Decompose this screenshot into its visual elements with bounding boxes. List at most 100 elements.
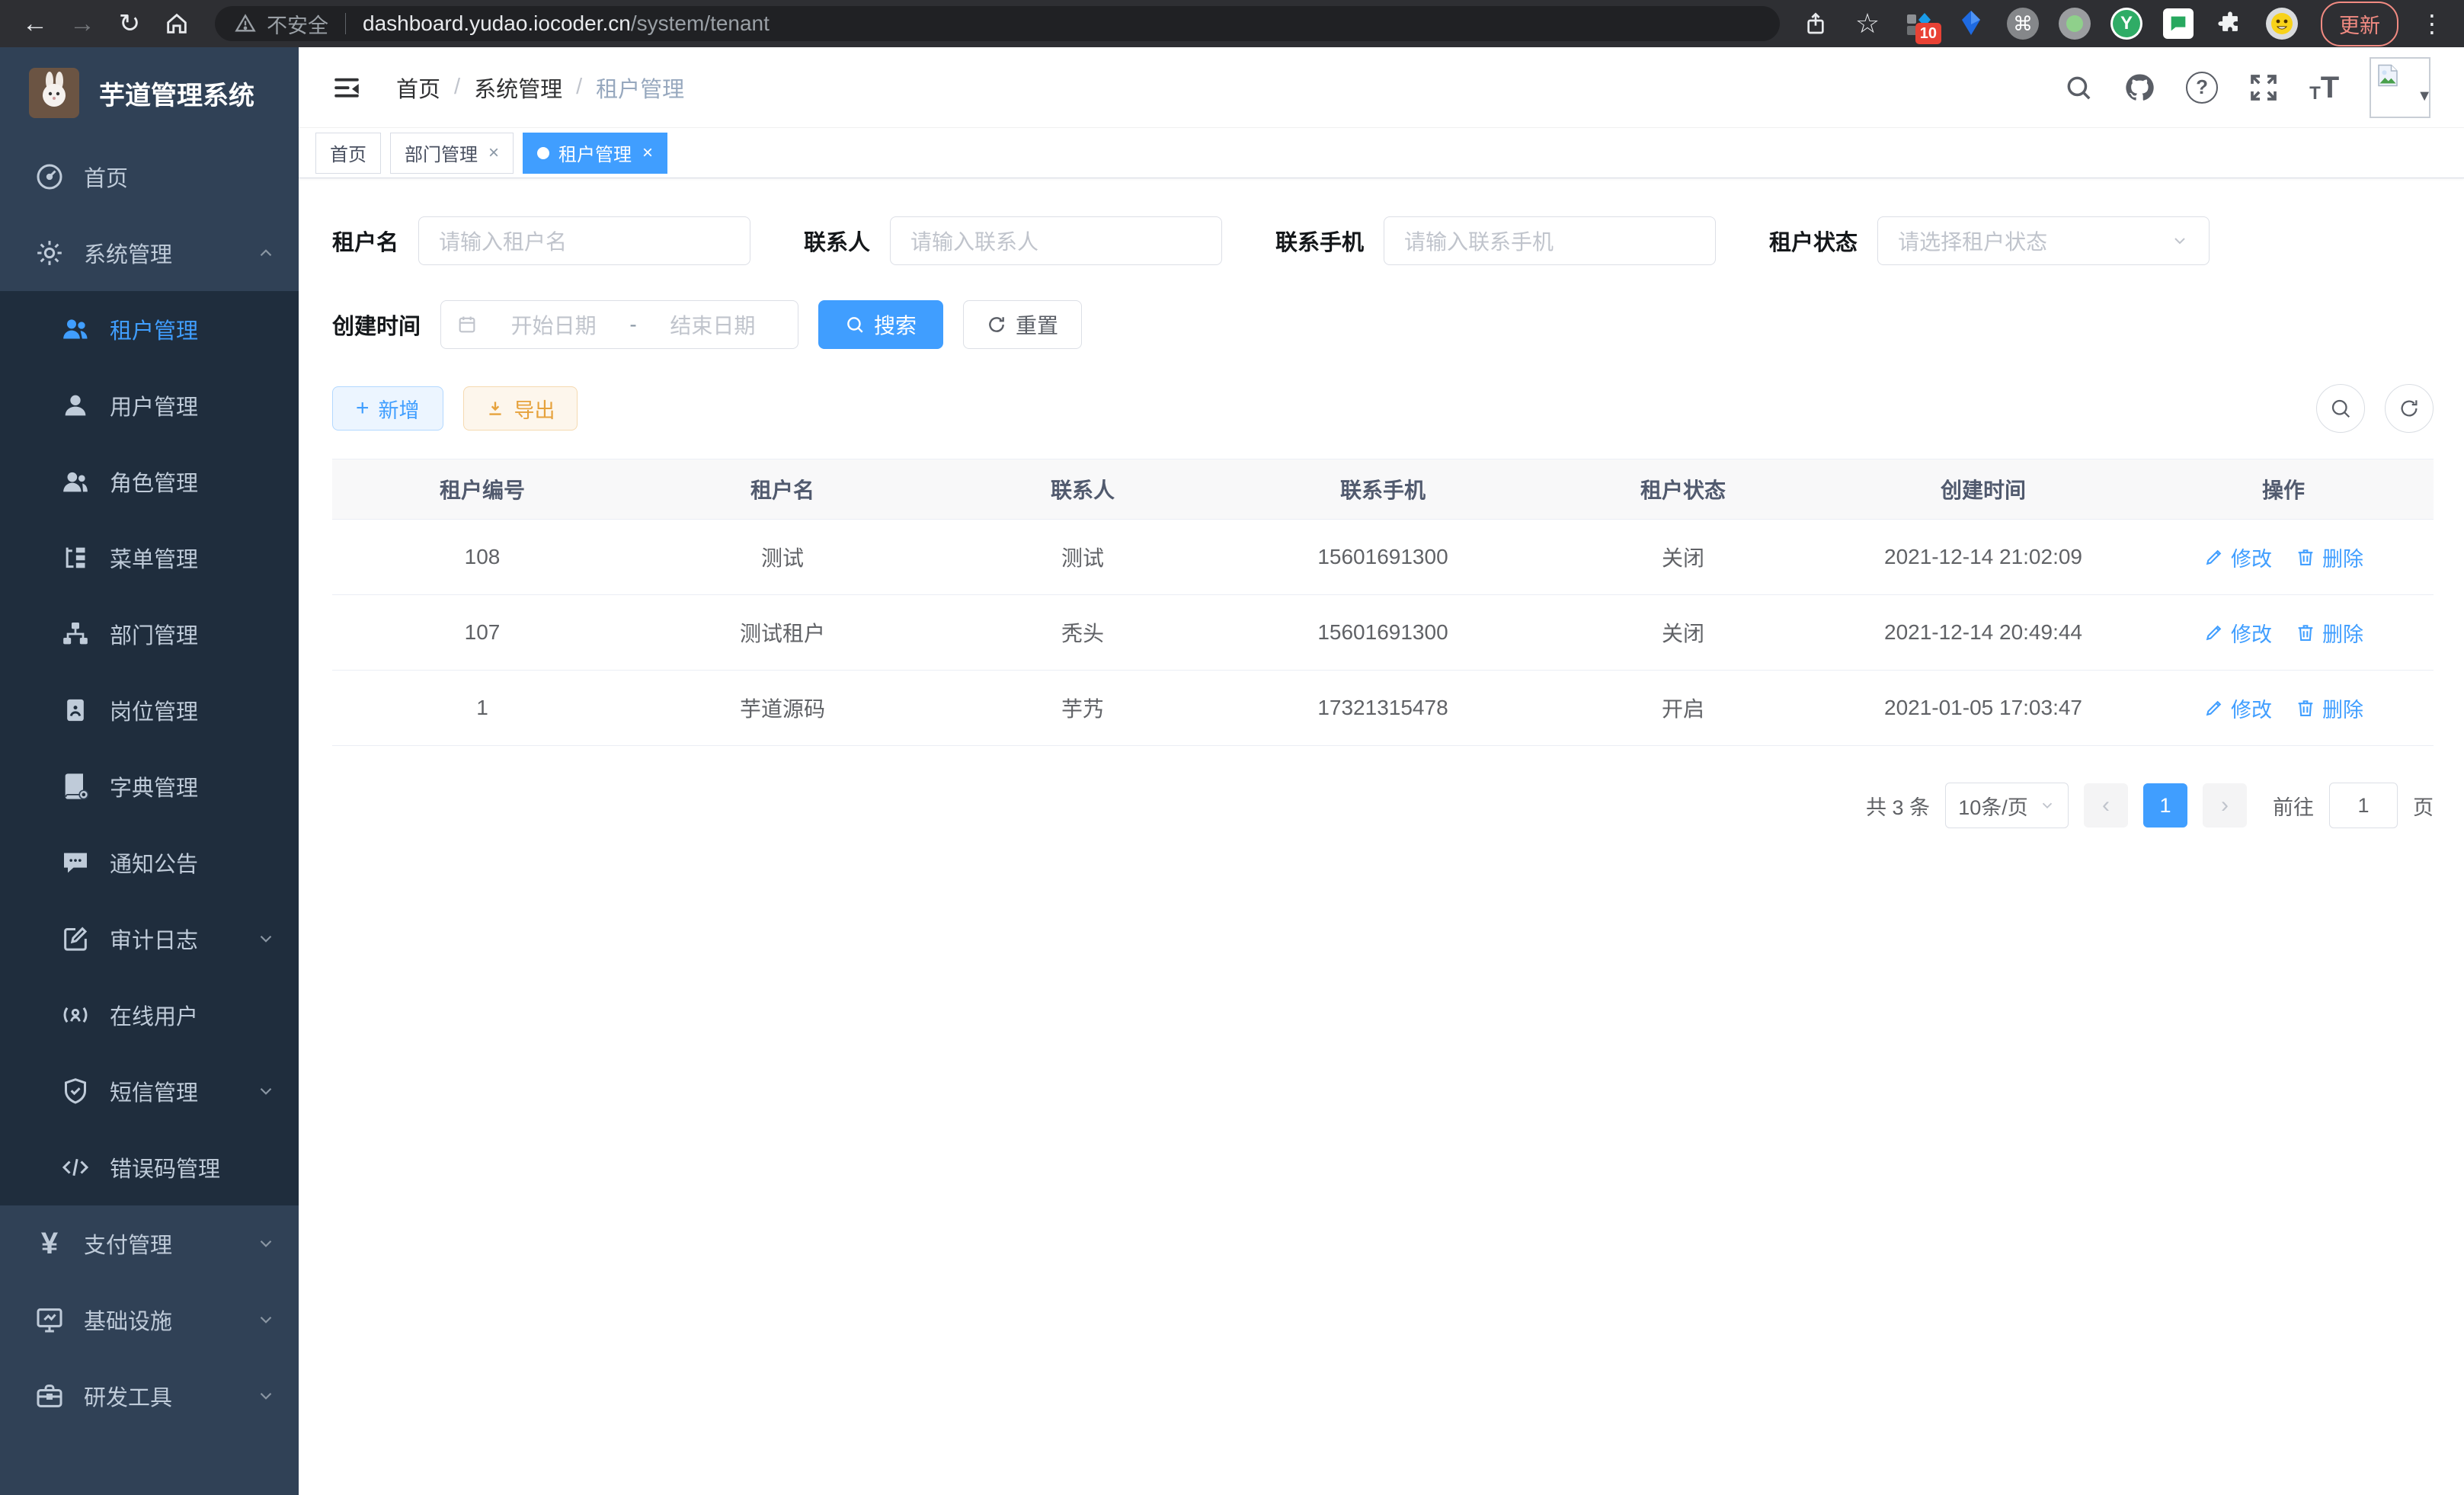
status-label: 租户状态: [1769, 225, 1858, 257]
close-icon[interactable]: ×: [642, 142, 653, 164]
goto-label: 前往: [2273, 791, 2314, 821]
plus-icon: +: [356, 397, 370, 420]
breadcrumb-system[interactable]: 系统管理: [474, 72, 562, 104]
monitor-icon: [32, 1302, 67, 1337]
extension-yudao-icon[interactable]: Y: [2109, 6, 2144, 41]
tenant-table: 租户编号 租户名 联系人 联系手机 租户状态 创建时间 操作 108 测试 测试…: [332, 459, 2434, 746]
help-icon[interactable]: ?: [2186, 72, 2218, 104]
page-size-select[interactable]: 10条/页: [1945, 783, 2069, 828]
trash-icon: [2295, 622, 2316, 643]
sidebar-item-tenant[interactable]: 租户管理: [0, 291, 299, 367]
pencil-icon: [2203, 622, 2225, 643]
chrome-menu-icon[interactable]: ⋮: [2415, 9, 2449, 38]
status-select[interactable]: 请选择租户状态: [1877, 216, 2210, 265]
screen: ← → ↻ 不安全 dashboard.yudao.iocoder.cn/sys…: [0, 0, 2464, 1495]
app-logo[interactable]: 芋道管理系统: [0, 47, 299, 139]
sidebar-item-notice[interactable]: 通知公告: [0, 824, 299, 901]
delete-link[interactable]: 删除: [2295, 618, 2363, 648]
breadcrumb-home[interactable]: 首页: [396, 72, 440, 104]
chevron-down-icon: [256, 1081, 276, 1101]
sidebar-item-system[interactable]: 系统管理: [0, 215, 299, 291]
sidebar-item-audit-log[interactable]: 审计日志: [0, 901, 299, 977]
sidebar-item-online-users[interactable]: 在线用户: [0, 977, 299, 1053]
sidebar-item-infra[interactable]: 基础设施: [0, 1282, 299, 1358]
font-size-icon[interactable]: TT: [2309, 72, 2339, 103]
share-icon[interactable]: [1798, 6, 1833, 41]
forward-icon[interactable]: →: [62, 4, 102, 43]
phone-label: 联系手机: [1275, 225, 1364, 257]
sidebar-item-pay[interactable]: ¥ 支付管理: [0, 1205, 299, 1282]
tenant-name-input[interactable]: 请输入租户名: [418, 216, 750, 265]
col-tenant-name: 租户名: [632, 474, 933, 504]
prev-page-button[interactable]: ‹: [2084, 783, 2128, 828]
col-contact: 联系人: [933, 474, 1233, 504]
tags-view-bar: 首页 部门管理× 租户管理×: [299, 128, 2464, 178]
extension-command-icon[interactable]: ⌘: [2005, 6, 2040, 41]
app-title: 芋道管理系统: [99, 75, 254, 112]
sidebar-item-error-code[interactable]: 错误码管理: [0, 1129, 299, 1205]
sidebar-menu: 首页 系统管理 租户管理 用户管理 角色管理: [0, 139, 299, 1434]
date-separator: -: [629, 312, 636, 337]
header-search-icon[interactable]: [2064, 73, 2093, 102]
chrome-update-button[interactable]: 更新: [2321, 2, 2398, 46]
sidebar-item-dict[interactable]: 字典管理: [0, 748, 299, 824]
phone-input[interactable]: 请输入联系手机: [1384, 216, 1716, 265]
extension-kite-icon[interactable]: [1954, 6, 1989, 41]
edit-link[interactable]: 修改: [2203, 693, 2272, 723]
reload-icon[interactable]: ↻: [110, 4, 149, 43]
col-status: 租户状态: [1533, 474, 1833, 504]
delete-link[interactable]: 删除: [2295, 543, 2363, 572]
sidebar-item-dev-tools[interactable]: 研发工具: [0, 1358, 299, 1434]
extension-badge: 10: [1915, 23, 1941, 44]
date-range-picker[interactable]: 开始日期 - 结束日期: [440, 300, 798, 349]
page-1-button[interactable]: 1: [2143, 783, 2187, 828]
sidebar-item-role[interactable]: 角色管理: [0, 443, 299, 520]
avatar-caret-icon[interactable]: ▼: [2417, 88, 2432, 105]
bookmark-star-icon[interactable]: ☆: [1850, 6, 1885, 41]
edit-link[interactable]: 修改: [2203, 618, 2272, 648]
yen-icon: ¥: [32, 1226, 67, 1261]
home-icon[interactable]: [157, 4, 197, 43]
browser-toolbar: ← → ↻ 不安全 dashboard.yudao.iocoder.cn/sys…: [0, 0, 2464, 47]
cell-created: 2021-12-14 20:49:44: [1833, 620, 2133, 645]
delete-link[interactable]: 删除: [2295, 693, 2363, 723]
fullscreen-icon[interactable]: [2248, 72, 2279, 103]
sidebar-item-home[interactable]: 首页: [0, 139, 299, 215]
shield-check-icon: [58, 1074, 93, 1109]
sidebar-item-menu[interactable]: 菜单管理: [0, 520, 299, 596]
search-button[interactable]: 搜索: [818, 300, 943, 349]
sidebar-collapse-icon[interactable]: [331, 72, 363, 104]
sidebar-item-post[interactable]: 岗位管理: [0, 672, 299, 748]
tab-tenant[interactable]: 租户管理×: [523, 133, 667, 174]
extension-record-icon[interactable]: [2057, 6, 2092, 41]
github-icon[interactable]: [2123, 72, 2155, 104]
tab-home[interactable]: 首页: [315, 133, 381, 174]
contact-input[interactable]: 请输入联系人: [890, 216, 1222, 265]
tab-dept[interactable]: 部门管理×: [390, 133, 514, 174]
cell-status: 关闭: [1533, 542, 1833, 572]
url-text: dashboard.yudao.iocoder.cn/system/tenant: [363, 11, 770, 36]
extension-monkey-icon[interactable]: 10: [1902, 6, 1937, 41]
search-icon: [2329, 397, 2352, 420]
refresh-table-button[interactable]: [2385, 384, 2434, 433]
export-button[interactable]: 导出: [463, 386, 578, 431]
edit-link[interactable]: 修改: [2203, 543, 2272, 572]
add-button[interactable]: + 新增: [332, 386, 443, 431]
sidebar-item-sms[interactable]: 短信管理: [0, 1053, 299, 1129]
warning-icon: [235, 13, 256, 34]
sidebar-item-dept[interactable]: 部门管理: [0, 596, 299, 672]
extension-chat-icon[interactable]: [2161, 6, 2196, 41]
toggle-search-button[interactable]: [2316, 384, 2365, 433]
sidebar-item-user[interactable]: 用户管理: [0, 367, 299, 443]
next-page-button[interactable]: ›: [2203, 783, 2247, 828]
extensions-puzzle-icon[interactable]: [2213, 6, 2248, 41]
back-icon[interactable]: ←: [15, 4, 55, 43]
reset-button[interactable]: 重置: [963, 300, 1082, 349]
cell-id: 107: [332, 620, 632, 645]
cell-contact: 测试: [933, 542, 1233, 572]
close-icon[interactable]: ×: [488, 142, 499, 164]
profile-avatar-icon[interactable]: [2264, 6, 2299, 41]
goto-page-input[interactable]: 1: [2329, 783, 2398, 828]
dictionary-icon: [58, 769, 93, 804]
address-bar[interactable]: 不安全 dashboard.yudao.iocoder.cn/system/te…: [215, 6, 1780, 41]
